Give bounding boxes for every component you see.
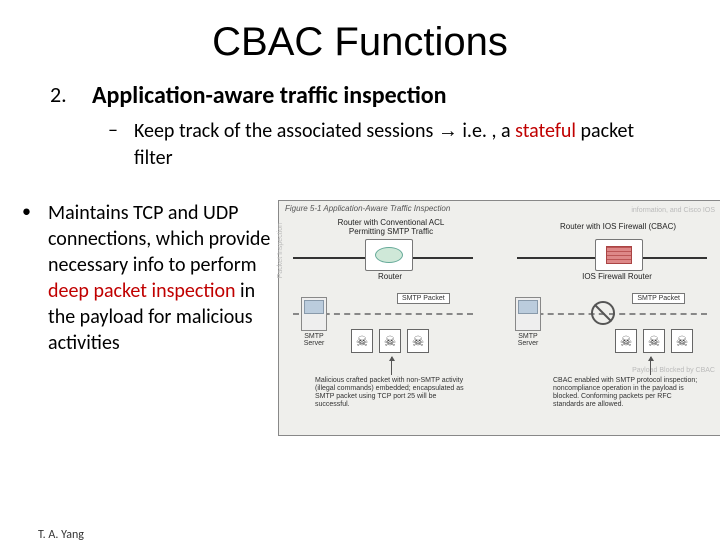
subheading: Application-aware traffic inspection — [92, 81, 447, 110]
sub-text-prefix: Keep track of the associated sessions — [134, 119, 438, 143]
left-title-line2: Permitting SMTP Traffic — [349, 227, 433, 236]
router-left-label: Router — [373, 273, 407, 282]
deep-term: deep packet inspection — [48, 279, 236, 303]
sub-text-mid: i.e. , a — [458, 119, 515, 143]
left-caption: Malicious crafted packet with non-SMTP a… — [315, 377, 465, 409]
para-prefix: Maintains TCP and UDP connections, which… — [48, 201, 270, 277]
firewall-device — [595, 239, 643, 271]
skull-icon: ☠ — [351, 329, 373, 353]
lower-row: • Maintains TCP and UDP connections, whi… — [0, 200, 720, 436]
ghost-text-3: Payload Blocked by CBAC — [632, 367, 715, 375]
firewall-label: IOS Firewall Router — [577, 273, 657, 282]
router-left — [365, 239, 413, 271]
arrow-icon: → — [438, 120, 458, 142]
left-column-title: Router with Conventional ACL Permitting … — [321, 219, 461, 237]
sub-text: Keep track of the associated sessions → … — [134, 118, 670, 172]
firewall-icon — [606, 246, 632, 264]
smtp-server-left — [301, 297, 327, 331]
bullet-dot: • — [22, 200, 48, 356]
sub-item: – Keep track of the associated sessions … — [92, 118, 670, 172]
ghost-text-1: information, and Cisco IOS — [631, 207, 715, 215]
smtp-packet-right: SMTP Packet — [632, 293, 685, 304]
skull-icon: ☠ — [643, 329, 665, 353]
right-column-title: Router with IOS Firewall (CBAC) — [543, 223, 693, 232]
numbered-item: 2. Application-aware traffic inspection — [50, 81, 670, 110]
smtp-server-left-label: SMTP Server — [297, 333, 331, 347]
bullet-item: • Maintains TCP and UDP connections, whi… — [22, 200, 272, 356]
skull-icon: ☠ — [407, 329, 429, 353]
left-title-line1: Router with Conventional ACL — [338, 218, 445, 227]
right-caption: CBAC enabled with SMTP protocol inspecti… — [553, 377, 703, 409]
figure-caption: Figure 5-1 Application-Aware Traffic Ins… — [285, 204, 450, 213]
router-icon — [375, 247, 403, 263]
item-number: 2. — [50, 81, 92, 110]
ghost-text-2: Packet Inspection — [277, 223, 285, 278]
content-block: 2. Application-aware traffic inspection … — [0, 65, 720, 172]
skull-icon: ☠ — [615, 329, 637, 353]
arrow-up-left — [391, 357, 392, 375]
slide-title: CBAC Functions — [0, 20, 720, 65]
dash-marker: – — [92, 118, 134, 172]
bullet-paragraph: Maintains TCP and UDP connections, which… — [48, 200, 272, 356]
figure: Figure 5-1 Application-Aware Traffic Ins… — [278, 200, 720, 436]
smtp-server-right — [515, 297, 541, 331]
blocked-icon — [591, 301, 615, 325]
skull-icon: ☠ — [379, 329, 401, 353]
smtp-packet-left: SMTP Packet — [397, 293, 450, 304]
figure-canvas: Figure 5-1 Application-Aware Traffic Ins… — [278, 200, 720, 436]
stateful-term: stateful — [515, 119, 576, 143]
smtp-server-right-label: SMTP Server — [511, 333, 545, 347]
skull-icon: ☠ — [671, 329, 693, 353]
arrow-up-right — [650, 357, 651, 375]
